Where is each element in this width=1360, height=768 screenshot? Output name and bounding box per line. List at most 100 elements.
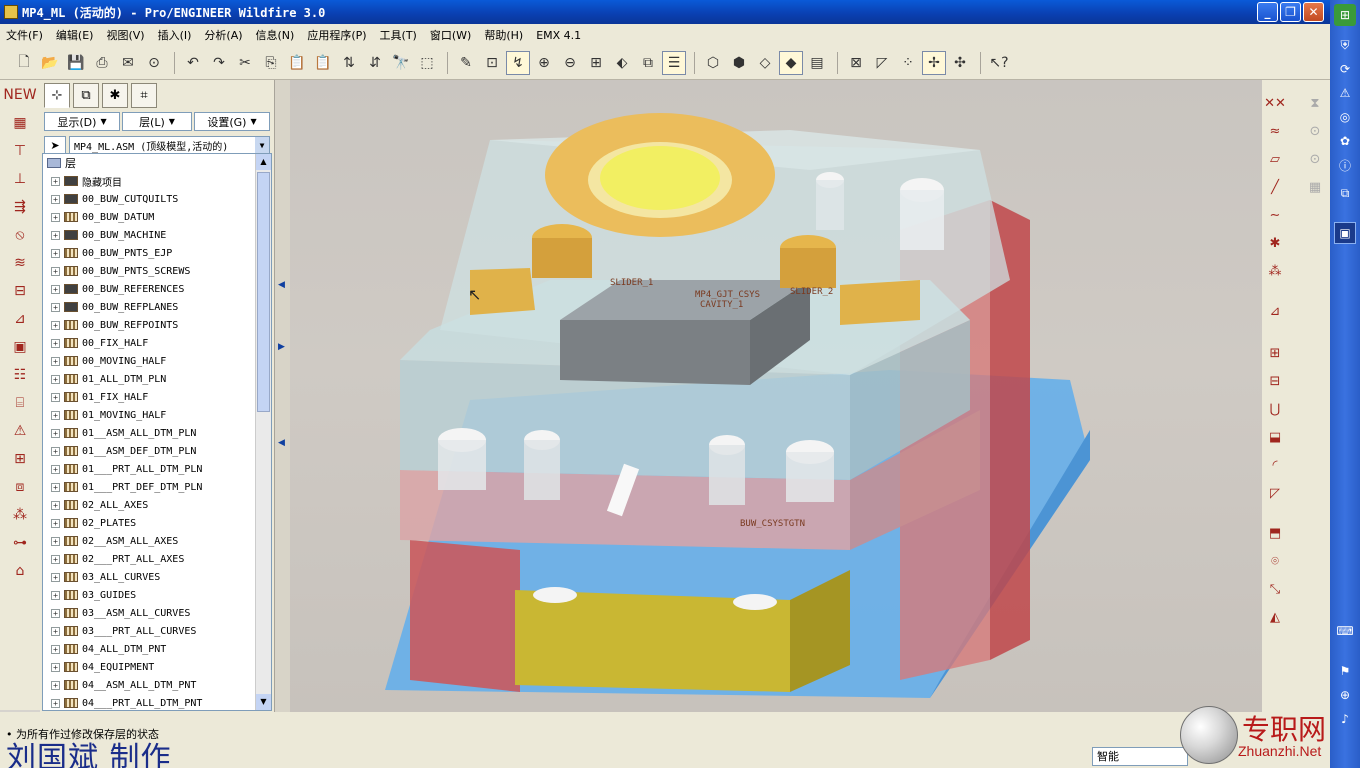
tab-folder-browser[interactable]: ⧉ [73, 83, 99, 108]
expand-icon[interactable]: + [51, 266, 60, 276]
email-attach-icon[interactable]: ⊙ [142, 51, 166, 75]
refit-icon[interactable]: ⊞ [584, 51, 608, 75]
expand-icon[interactable]: + [51, 176, 60, 186]
expand-icon[interactable]: + [51, 698, 60, 708]
annotations-toggle-icon[interactable]: ✣ [948, 51, 972, 75]
menu-item[interactable]: 应用程序(P) [307, 27, 366, 43]
layer-item[interactable]: +04__ASM_ALL_DTM_PNT [43, 676, 271, 694]
expand-icon[interactable]: + [51, 446, 60, 456]
settings-dropdown[interactable]: 设置(G) ▼ [194, 112, 270, 131]
new-project-icon[interactable]: NEW [3, 83, 37, 107]
start-button-icon[interactable]: ⊞ [1334, 4, 1356, 26]
zoom-in-icon[interactable]: ⊕ [532, 51, 556, 75]
csys-label[interactable]: MP4_GJT_CSYS [695, 290, 760, 300]
redo-icon[interactable]: ↷ [207, 51, 231, 75]
network-icon[interactable]: ⧉ [1334, 182, 1356, 204]
repaint-icon[interactable]: ✎ [454, 51, 478, 75]
sketch-icon[interactable]: ≈ [1264, 120, 1286, 142]
open-folder-icon[interactable]: 📂 [38, 51, 62, 75]
panel-splitter[interactable]: ◀ ▶ ◀ [274, 80, 290, 712]
create-component-icon[interactable]: ⊟ [1264, 370, 1286, 392]
csys-icon[interactable]: ⁂ [1264, 260, 1286, 282]
csys-label[interactable]: SLIDER_2 [790, 287, 833, 297]
layer-item[interactable]: + 隐藏项目 [43, 172, 271, 190]
select-box-icon[interactable]: ⬚ [415, 51, 439, 75]
analysis-icon[interactable]: ⊿ [1264, 300, 1286, 322]
tray-icon[interactable]: ⚑ [1334, 660, 1356, 682]
mirror-icon[interactable]: ⧗ [1304, 92, 1326, 114]
shell-icon[interactable]: ⬓ [1264, 426, 1286, 448]
layer-item[interactable]: +00_MOVING_HALF [43, 352, 271, 370]
expand-icon[interactable]: + [51, 662, 60, 672]
layer-item[interactable]: +04_ALL_DTM_PNT [43, 640, 271, 658]
layer-item[interactable]: +00_BUW_PNTS_SCREWS [43, 262, 271, 280]
layers-icon[interactable]: ☰ [662, 50, 686, 75]
collapse-left-icon[interactable]: ◀ [278, 438, 285, 448]
datum-point-icon[interactable]: ✱ [1264, 232, 1286, 254]
save-icon[interactable]: 💾 [64, 51, 88, 75]
layer-item[interactable]: +03__ASM_ALL_CURVES [43, 604, 271, 622]
menu-item[interactable]: 分析(A) [204, 27, 242, 43]
shield-icon[interactable]: ⛨ [1334, 34, 1356, 56]
offset-icon[interactable]: ⊙ [1304, 120, 1326, 142]
expand-icon[interactable]: + [51, 356, 60, 366]
select-arrow-icon[interactable]: ➤ [44, 135, 66, 155]
datum-planes-toggle-icon[interactable]: ⊠ [844, 51, 868, 75]
expand-icon[interactable]: + [51, 338, 60, 348]
link-icon[interactable]: ⊶ [3, 531, 37, 555]
cut-icon[interactable]: ✂ [233, 51, 257, 75]
reorient-icon[interactable]: ⬖ [610, 51, 634, 75]
expand-right-icon[interactable]: ▶ [278, 342, 285, 352]
component-icon[interactable]: ⊞ [3, 447, 37, 471]
layer-item[interactable]: +03_GUIDES [43, 586, 271, 604]
expand-icon[interactable]: + [51, 212, 60, 222]
scroll-down-icon[interactable]: ▼ [256, 694, 271, 710]
menu-item[interactable]: 工具(T) [380, 27, 417, 43]
collapse-left-icon[interactable]: ◀ [278, 280, 285, 290]
expand-icon[interactable]: + [51, 410, 60, 420]
expand-icon[interactable]: + [51, 374, 60, 384]
grid-icon[interactable]: ▦ [1304, 176, 1326, 198]
keyboard-icon[interactable]: ⌨ [1334, 620, 1356, 642]
scroll-thumb[interactable] [257, 172, 270, 412]
close-button[interactable]: ✕ [1303, 2, 1324, 22]
wireframe-icon[interactable]: ⬡ [701, 51, 725, 75]
lifter-icon[interactable]: ⊿ [3, 307, 37, 331]
layer-item[interactable]: +00_BUW_REFPOINTS [43, 316, 271, 334]
find-icon[interactable]: 🔭 [389, 51, 413, 75]
expand-icon[interactable]: + [51, 590, 60, 600]
cooling-icon[interactable]: ≋ [3, 251, 37, 275]
layer-item[interactable]: +03_ALL_CURVES [43, 568, 271, 586]
dowel-icon[interactable]: ⦸ [3, 223, 37, 247]
layer-item[interactable]: +00_BUW_CUTQUILTS [43, 190, 271, 208]
expand-icon[interactable]: + [51, 248, 60, 258]
guide-icon[interactable]: ⇶ [3, 195, 37, 219]
sweep-icon[interactable]: ⤡ [1264, 578, 1286, 600]
undo-icon[interactable]: ↶ [181, 51, 205, 75]
warning-icon[interactable]: ⚠ [1334, 82, 1356, 104]
expand-icon[interactable]: + [51, 194, 60, 204]
screw-icon[interactable]: ⊤ [3, 139, 37, 163]
copy-icon[interactable]: ⎘ [259, 51, 283, 75]
datum-points-toggle-icon[interactable]: ⁘ [896, 51, 920, 75]
round-icon[interactable]: ◜ [1264, 454, 1286, 476]
hole-icon[interactable]: ⋃ [1264, 398, 1286, 420]
email-icon[interactable]: ✉ [116, 51, 140, 75]
expand-icon[interactable]: + [51, 644, 60, 654]
layer-item[interactable]: +00_BUW_PNTS_EJP [43, 244, 271, 262]
expand-icon[interactable]: + [51, 518, 60, 528]
minimize-button[interactable]: _ [1257, 2, 1278, 22]
datum-plane-icon[interactable]: ▱ [1264, 148, 1286, 170]
maximize-button[interactable]: ❐ [1280, 2, 1301, 22]
orient-mode-icon[interactable]: ↯ [506, 50, 530, 75]
layer-item[interactable]: +01_FIX_HALF [43, 388, 271, 406]
volume-icon[interactable]: ♪ [1334, 708, 1356, 730]
info-icon[interactable]: ⓘ [1334, 154, 1356, 176]
menu-item[interactable]: 视图(V) [106, 27, 144, 43]
layer-item[interactable]: +02__ASM_ALL_AXES [43, 532, 271, 550]
layer-item[interactable]: +02_PLATES [43, 514, 271, 532]
layer-dropdown[interactable]: 层(L) ▼ [122, 112, 192, 131]
assembly-icon[interactable]: ⧈ [3, 475, 37, 499]
show-dropdown[interactable]: 显示(D) ▼ [44, 112, 120, 131]
expand-icon[interactable]: + [51, 302, 60, 312]
